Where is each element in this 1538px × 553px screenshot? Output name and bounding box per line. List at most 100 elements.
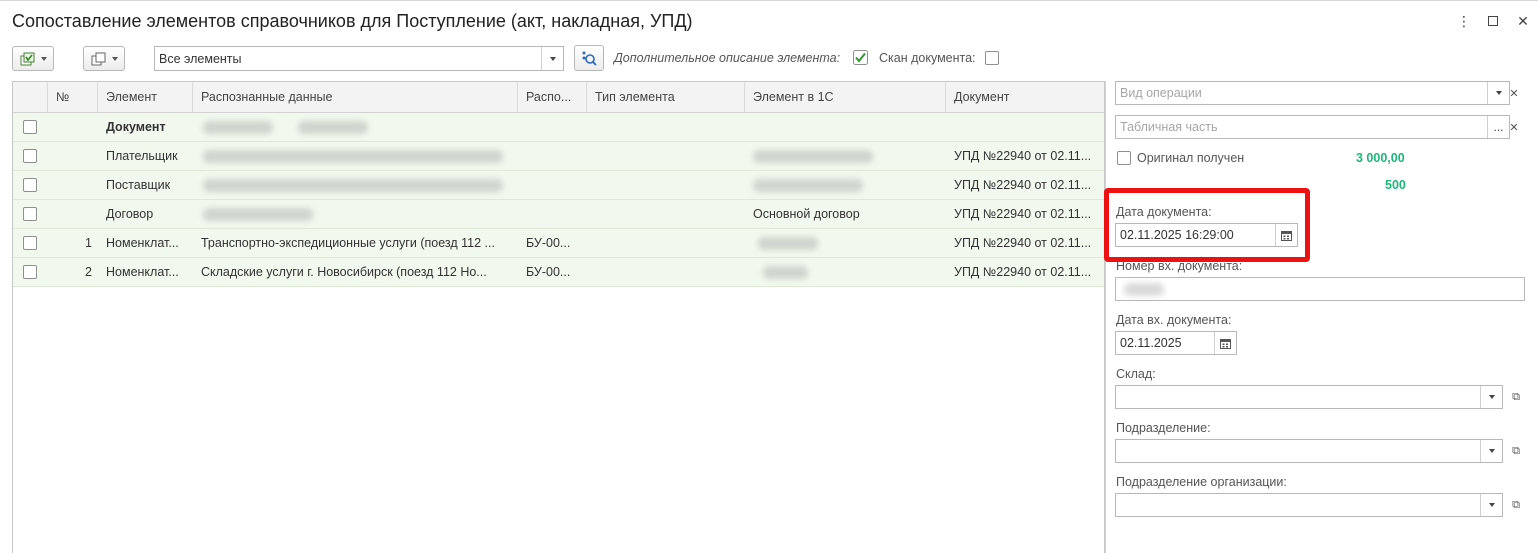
header-check[interactable] <box>13 82 48 112</box>
row-element: Поставщик <box>106 178 171 192</box>
warehouse-label: Склад: <box>1116 367 1156 381</box>
open-icon[interactable]: ⧉ <box>1505 439 1527 463</box>
table-row[interactable]: 2 Номенклат... Складские услуги г. Новос… <box>13 258 1104 287</box>
original-received-checkbox[interactable] <box>1117 151 1131 165</box>
redacted-data <box>758 237 818 250</box>
header-raspo[interactable]: Распо... <box>518 82 587 112</box>
scan-checkbox[interactable] <box>985 51 999 65</box>
top-border <box>0 0 1538 1</box>
chevron-down-icon <box>1488 395 1495 399</box>
redacted-data <box>203 208 313 221</box>
operation-type-placeholder: Вид операции <box>1120 86 1202 100</box>
table-part-select[interactable]: Табличная часть ... <box>1115 115 1510 139</box>
division-select[interactable] <box>1115 439 1503 463</box>
row-recognized: Транспортно-экспедиционные услуги (поезд… <box>201 236 495 250</box>
table-row[interactable]: Плательщик УПД №22940 от 02.11... <box>13 142 1104 171</box>
calendar-button[interactable] <box>1214 332 1236 354</box>
dropdown-button[interactable] <box>1480 494 1502 516</box>
row-document[interactable]: УПД №22940 от 02.11... <box>946 142 1104 171</box>
dropdown-button[interactable] <box>1480 386 1502 408</box>
redacted-data <box>1124 282 1164 296</box>
checklist-icon <box>20 52 34 65</box>
copy-menu-button[interactable] <box>83 46 125 71</box>
operation-type-select[interactable]: Вид операции <box>1115 81 1510 105</box>
redacted-data <box>203 121 273 134</box>
header-document[interactable]: Документ <box>946 82 1104 112</box>
redacted-data <box>753 179 863 192</box>
row-checkbox[interactable] <box>23 207 37 221</box>
redacted-data <box>203 179 503 192</box>
header-element[interactable]: Элемент <box>98 82 193 112</box>
chevron-down-icon <box>40 56 47 61</box>
search-match-icon <box>582 51 597 66</box>
maximize-icon[interactable] <box>1484 12 1502 30</box>
clear-icon[interactable]: ✕ <box>1503 81 1525 105</box>
table-row[interactable]: Документ <box>13 113 1104 142</box>
row-checkbox[interactable] <box>23 149 37 163</box>
panel-separator[interactable] <box>1105 81 1106 553</box>
incoming-date-value: 02.11.2025 <box>1120 336 1182 350</box>
elements-filter-select[interactable]: Все элементы <box>154 46 564 71</box>
table-row[interactable]: Поставщик УПД №22940 от 02.11... <box>13 171 1104 200</box>
chevron-down-icon <box>1488 503 1495 507</box>
open-icon[interactable]: ⧉ <box>1505 385 1527 409</box>
org-division-label: Подразделение организации: <box>1116 475 1287 489</box>
window-title: Сопоставление элементов справочников для… <box>12 11 693 31</box>
row-num <box>48 142 98 171</box>
row-checkbox[interactable] <box>23 236 37 250</box>
dropdown-button[interactable] <box>1480 440 1502 462</box>
dropdown-button[interactable] <box>541 47 563 70</box>
redacted-data <box>753 150 873 163</box>
redacted-data <box>203 150 503 163</box>
copy-icon <box>91 52 105 65</box>
redacted-data <box>763 266 808 279</box>
row-checkbox[interactable] <box>23 265 37 279</box>
row-element: Документ <box>106 120 166 134</box>
row-document[interactable]: УПД №22940 от 02.11... <box>946 171 1104 200</box>
incoming-number-input[interactable] <box>1115 277 1525 301</box>
row-element-1c[interactable]: Основной договор <box>745 200 946 229</box>
division-label: Подразделение: <box>1116 421 1211 435</box>
amount-total: 3 000,00 <box>1356 151 1405 165</box>
more-icon[interactable]: ⋮ <box>1455 12 1473 30</box>
row-document[interactable]: УПД №22940 от 02.11... <box>946 229 1104 258</box>
chevron-down-icon <box>111 56 118 61</box>
chevron-down-icon <box>549 56 556 61</box>
elements-table: № Элемент Распознанные данные Распо... Т… <box>12 81 1105 553</box>
row-document[interactable]: УПД №22940 от 02.11... <box>946 200 1104 229</box>
incoming-date-input[interactable]: 02.11.2025 <box>1115 331 1237 355</box>
original-received-label: Оригинал получен <box>1137 151 1245 165</box>
scan-label: Скан документа: <box>879 51 976 65</box>
row-document[interactable]: УПД №22940 от 02.11... <box>946 258 1104 287</box>
header-type[interactable]: Тип элемента <box>587 82 745 112</box>
table-row[interactable]: Договор Основной договор УПД №22940 от 0… <box>13 200 1104 229</box>
highlight-frame <box>1104 188 1310 262</box>
row-checkbox[interactable] <box>23 178 37 192</box>
clear-icon[interactable]: ✕ <box>1503 115 1525 139</box>
extra-description-label: Дополнительное описание элемента: <box>614 51 841 65</box>
row-raspo: БУ-00... <box>526 236 571 250</box>
header-num[interactable]: № <box>48 82 98 112</box>
org-division-select[interactable] <box>1115 493 1503 517</box>
row-num <box>48 171 98 200</box>
row-num <box>48 200 98 229</box>
table-row[interactable]: 1 Номенклат... Транспортно-экспедиционны… <box>13 229 1104 258</box>
warehouse-select[interactable] <box>1115 385 1503 409</box>
table-part-placeholder: Табличная часть <box>1120 120 1218 134</box>
chevron-down-icon <box>1488 449 1495 453</box>
row-checkbox[interactable] <box>23 120 37 134</box>
redacted-data <box>298 121 368 134</box>
row-recognized: Складские услуги г. Новосибирск (поезд 1… <box>201 265 487 279</box>
extra-description-checkbox[interactable] <box>853 50 868 65</box>
row-raspo: БУ-00... <box>526 265 571 279</box>
close-icon[interactable]: ✕ <box>1514 12 1532 30</box>
chevron-down-icon <box>1495 91 1502 95</box>
match-search-button[interactable] <box>574 45 604 71</box>
row-element: Плательщик <box>106 149 178 163</box>
checkbox-checked-icon <box>853 50 868 65</box>
header-recognized[interactable]: Распознанные данные <box>193 82 518 112</box>
header-element-1c[interactable]: Элемент в 1С <box>745 82 946 112</box>
open-icon[interactable]: ⧉ <box>1505 493 1527 517</box>
mark-all-button[interactable] <box>12 46 54 71</box>
amount-vat: 500 <box>1385 178 1406 192</box>
